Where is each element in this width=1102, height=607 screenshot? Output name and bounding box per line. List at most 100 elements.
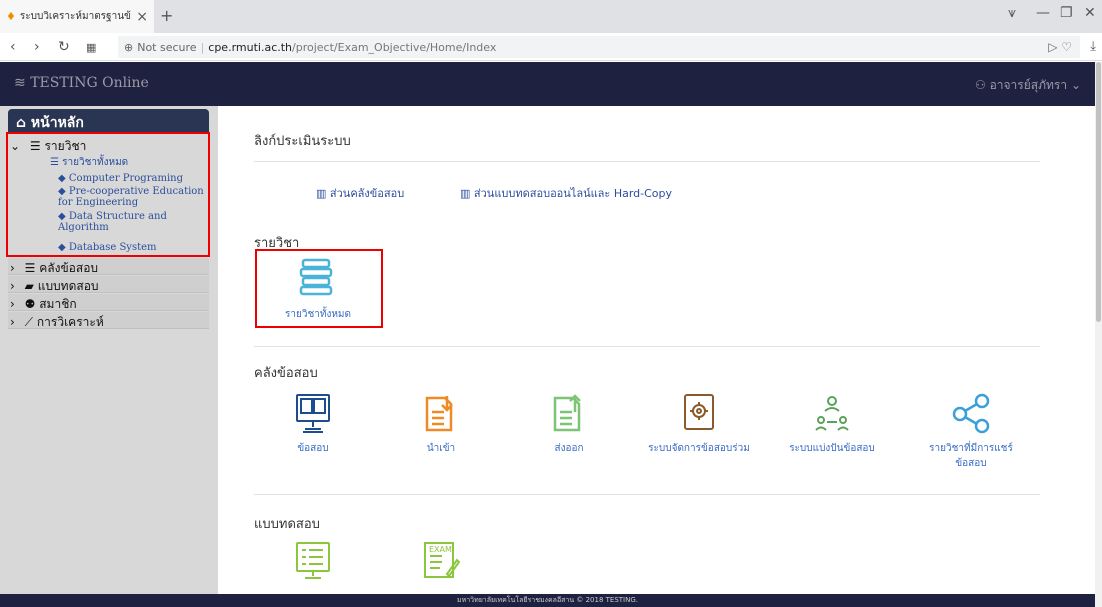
tile-test-hardcopy[interactable]: EXAM	[386, 540, 496, 585]
link-bank-eval[interactable]: ▥ ส่วนคลังข้อสอบ	[316, 184, 404, 202]
url-path: /project/Exam_Objective/Home/Index	[292, 40, 497, 54]
sidebar-item-label: รายวิชา	[44, 139, 87, 153]
sidebar-item-label: การวิเคราะห์	[36, 315, 104, 329]
share-users-icon	[815, 396, 849, 431]
favorite-icon[interactable]: ▷ ♡	[1048, 40, 1072, 54]
sidebar-item-all-courses[interactable]: ☰ รายวิชาทั้งหมด	[50, 157, 128, 168]
chevron-down-icon: ⌄	[10, 139, 21, 153]
list-icon: ☰	[50, 157, 59, 168]
course-label: Database System	[68, 242, 157, 253]
divider	[254, 494, 1040, 495]
close-tab-icon[interactable]: ×	[136, 9, 148, 25]
tab-title: ระบบวิเคราะห์มาตรฐานข้อสอบ	[19, 11, 132, 22]
scrollbar-thumb[interactable]	[1096, 62, 1101, 322]
tile-shared-management[interactable]: ระบบจัดการข้อสอบร่วม	[644, 392, 754, 456]
divider	[254, 161, 1040, 162]
sidebar-item-analysis[interactable]: › ⟋ การวิเคราะห์	[10, 313, 104, 332]
export-icon	[553, 394, 581, 432]
sidebar: ⌂ หน้าหลัก ⌄ ☰ รายวิชา ☰ รายวิชาทั้งหมด …	[0, 106, 218, 594]
sidebar-item-course[interactable]: ◆ Computer Programing	[58, 173, 183, 184]
vertical-scrollbar[interactable]	[1095, 62, 1102, 607]
sidebar-item-course[interactable]: ◆ Data Structure and Algorithm	[58, 211, 178, 233]
sidebar-item-course[interactable]: ◆ Pre-cooperative Education for Engineer…	[58, 186, 208, 208]
sidebar-item-label: คลังข้อสอบ	[39, 261, 99, 275]
chevron-right-icon: ›	[10, 315, 15, 329]
browser-tab[interactable]: ♦ ระบบวิเคราะห์มาตรฐานข้อสอบ ×	[0, 0, 154, 33]
tab-search-icon[interactable]: ⩛	[1008, 5, 1016, 21]
tile-share-system[interactable]: ระบบแบ่งปันข้อสอบ	[777, 392, 887, 456]
exam-paper-icon: EXAM	[424, 542, 461, 578]
tile-label: นำเข้า	[426, 443, 456, 454]
monitor-icon	[296, 394, 330, 433]
sidebar-item-label: สมาชิก	[39, 297, 77, 311]
sidebar-item-course[interactable]: ◆ Database System	[58, 242, 157, 253]
settings-book-icon	[684, 394, 714, 430]
tag-icon: ◆	[58, 242, 66, 253]
download-icon[interactable]: ⤓	[1090, 39, 1096, 54]
back-icon[interactable]: ‹	[10, 39, 16, 55]
divider	[254, 346, 1040, 347]
sidebar-home[interactable]: ⌂ หน้าหลัก	[8, 109, 209, 133]
browser-tab-bar: ♦ ระบบวิเคราะห์มาตรฐานข้อสอบ × + ⩛ — ❐ ✕	[0, 0, 1102, 33]
chevron-right-icon: ›	[10, 261, 15, 275]
brand[interactable]: ≋ TESTING Online	[14, 75, 149, 91]
forward-icon[interactable]: ›	[34, 39, 40, 55]
address-bar: ‹ › ↻ ▦ ⊕ Not secure | cpe.rmuti.ac.th /…	[0, 33, 1102, 61]
sidebar-item-test[interactable]: › ▰ แบบทดสอบ	[10, 277, 99, 296]
database-icon: ☰	[24, 261, 36, 275]
sidebar-item-bank[interactable]: › ☰ คลังข้อสอบ	[10, 259, 98, 278]
tag-icon: ◆	[58, 173, 66, 184]
import-icon	[425, 396, 453, 432]
globe-icon: ⊕	[124, 40, 134, 54]
tile-label: รายวิชาที่มีการแชร์ข้อสอบ	[929, 443, 1013, 469]
restore-icon[interactable]: ❐	[1060, 5, 1073, 21]
course-label: Pre-cooperative Education for Engineerin…	[58, 186, 204, 208]
tile-all-courses[interactable]: รายวิชาทั้งหมด	[263, 256, 373, 322]
section-title-bank: คลังข้อสอบ	[254, 366, 318, 381]
tile-questions[interactable]: ข้อสอบ	[258, 392, 368, 456]
favicon-icon: ♦	[6, 10, 16, 23]
users-icon: ⚉	[24, 297, 36, 311]
books-icon	[299, 258, 333, 296]
url-domain: cpe.rmuti.ac.th	[208, 40, 293, 54]
url-field[interactable]: ⊕ Not secure | cpe.rmuti.ac.th /project/…	[118, 36, 1080, 58]
minimize-icon[interactable]: —	[1036, 5, 1050, 21]
not-secure-label: Not secure	[137, 40, 197, 54]
chart-icon: ⟋	[24, 315, 34, 329]
link-label: ส่วนแบบทดสอบออนไลน์และ Hard-Copy	[473, 187, 673, 200]
section-title-eval: ลิงก์ประเมินระบบ	[254, 134, 351, 149]
tile-shared-courses[interactable]: รายวิชาที่มีการแชร์ข้อสอบ	[916, 392, 1026, 471]
sidebar-item-label: แบบทดสอบ	[37, 279, 99, 293]
user-name: อาจารย์สุภัทรา	[989, 78, 1068, 92]
tile-label: ข้อสอบ	[297, 443, 329, 454]
tile-export[interactable]: ส่งออก	[514, 392, 624, 456]
sidebar-item-label: รายวิชาทั้งหมด	[62, 157, 129, 168]
section-title-test: แบบทดสอบ	[254, 517, 320, 532]
tile-import[interactable]: นำเข้า	[386, 392, 496, 456]
reload-icon[interactable]: ↻	[58, 39, 70, 55]
chevron-right-icon: ›	[10, 279, 15, 293]
close-window-icon[interactable]: ✕	[1084, 5, 1096, 21]
brand-icon: ≋	[14, 75, 26, 91]
chevron-down-icon: ⌄	[1070, 78, 1081, 92]
svg-text:EXAM: EXAM	[429, 545, 452, 554]
bar-chart-icon: ▥	[460, 187, 471, 200]
chevron-right-icon: ›	[10, 297, 15, 311]
app-header: ≋ TESTING Online ⚇ อาจารย์สุภัทรา ⌄	[0, 62, 1095, 106]
link-label: ส่วนคลังข้อสอบ	[329, 187, 405, 200]
course-label: Computer Programing	[68, 173, 183, 184]
user-menu[interactable]: ⚇ อาจารย์สุภัทรา ⌄	[975, 76, 1081, 95]
list-icon: ☰	[29, 139, 41, 153]
link-online-eval[interactable]: ▥ ส่วนแบบทดสอบออนไลน์และ Hard-Copy	[460, 184, 672, 202]
tile-label: รายวิชาทั้งหมด	[284, 309, 351, 320]
tile-test-online[interactable]	[258, 540, 368, 585]
book-icon: ▰	[24, 279, 34, 293]
user-icon: ⚇	[974, 78, 986, 92]
new-tab-button[interactable]: +	[160, 6, 173, 25]
tag-icon: ◆	[58, 186, 66, 197]
url-separator: |	[200, 40, 205, 54]
bar-chart-icon: ▥	[316, 187, 327, 200]
apps-icon[interactable]: ▦	[86, 41, 96, 54]
sidebar-item-courses[interactable]: ⌄ ☰ รายวิชา	[10, 137, 86, 156]
sidebar-item-members[interactable]: › ⚉ สมาชิก	[10, 295, 77, 314]
